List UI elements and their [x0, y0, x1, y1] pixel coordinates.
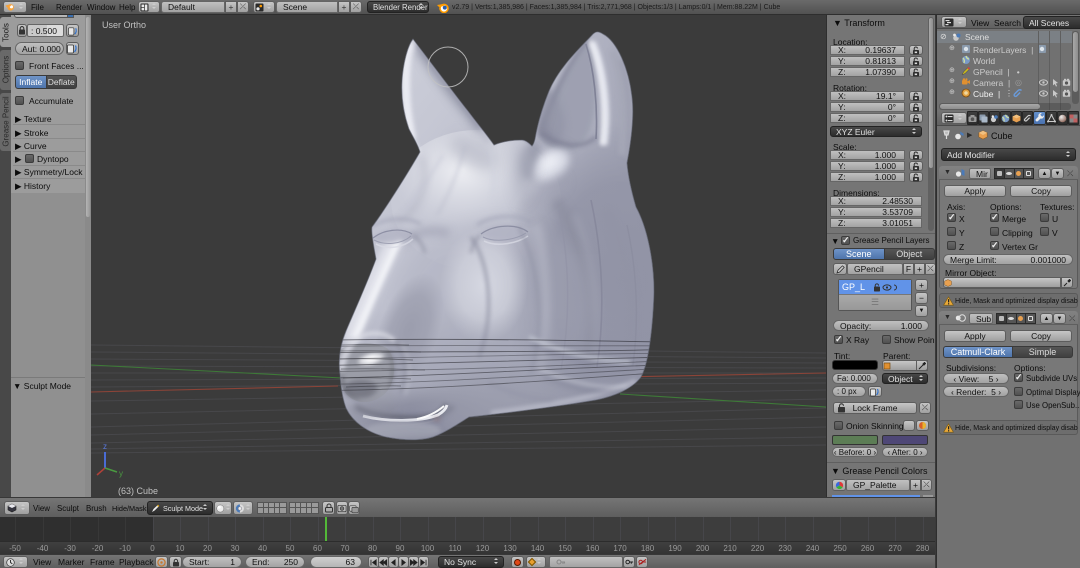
svg-text:y: y [119, 469, 123, 478]
svg-text:z: z [103, 442, 107, 451]
